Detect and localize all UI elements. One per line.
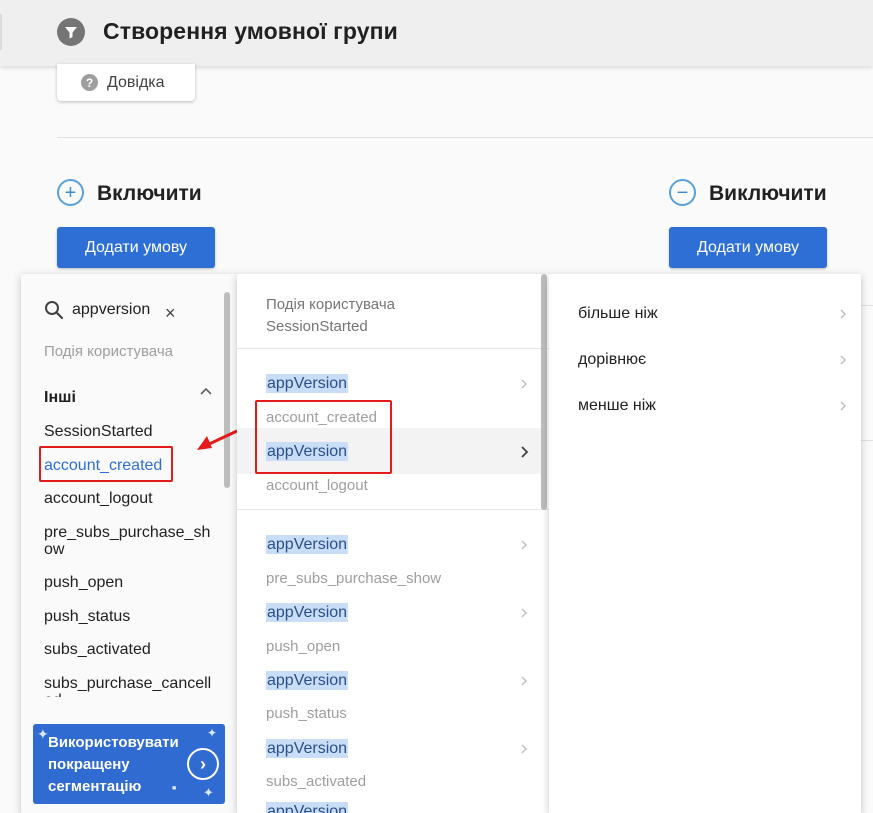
help-button[interactable]: ? Довідка	[57, 64, 195, 101]
event-label: subs_activated	[266, 773, 367, 790]
minus-circle-icon: −	[669, 179, 696, 206]
search-icon	[45, 301, 64, 320]
operators-panel: більше ніж дорівнює менше ніж	[549, 274, 861, 813]
chevron-right-icon	[521, 446, 529, 458]
exclude-add-condition-button[interactable]: Додати умову	[669, 227, 827, 268]
chevron-right-icon	[521, 676, 527, 686]
background-divider	[861, 305, 873, 306]
chevron-right-icon[interactable]: ›	[187, 748, 219, 780]
advanced-segmentation-banner[interactable]: ✦ ✦ ✦ ■ Використовувати покращену сегмен…	[33, 724, 225, 804]
property-item[interactable]: appVersion	[266, 739, 349, 758]
include-title: Включити	[97, 182, 202, 205]
header-bar: Створення умовної групи	[0, 0, 873, 66]
chevron-right-icon	[521, 744, 527, 754]
property-item[interactable]: appVersion	[266, 603, 349, 622]
filter-funnel-icon	[57, 18, 85, 46]
include-add-condition-button[interactable]: Додати умову	[57, 227, 215, 268]
chevron-right-icon	[521, 608, 527, 618]
sparkle-icon: ✦	[207, 726, 218, 740]
event-item[interactable]: subs_activated	[44, 641, 216, 658]
property-item[interactable]: appVersion	[266, 535, 349, 554]
events-hint: Подія користувача	[44, 343, 173, 360]
properties-header-type: Подія користувача	[266, 296, 395, 313]
page-title: Створення умовної групи	[103, 18, 398, 44]
chevron-right-icon	[521, 540, 527, 550]
question-icon: ?	[81, 74, 98, 91]
properties-header-event: SessionStarted	[266, 318, 368, 335]
event-item[interactable]: pre_subs_purchase_show	[44, 524, 216, 558]
properties-header: Подія користувача SessionStarted	[266, 294, 395, 338]
event-item[interactable]: subs_purchase_cancelled	[44, 675, 216, 697]
event-item[interactable]: push_status	[44, 608, 216, 625]
help-label: Довідка	[107, 73, 165, 91]
property-item[interactable]: appVersion	[266, 374, 349, 393]
event-label: push_open	[266, 638, 341, 655]
promo-text: Використовувати покращену сегментацію	[48, 734, 179, 795]
event-label: account_logout	[266, 477, 368, 494]
event-label: push_status	[266, 705, 347, 722]
search-field[interactable]: appversion	[44, 300, 150, 320]
chevron-right-icon	[521, 379, 527, 389]
property-item[interactable]: appVersion	[266, 671, 349, 690]
annotation-arrow-icon	[197, 429, 238, 450]
event-item[interactable]: account_logout	[44, 490, 216, 507]
clear-search-icon[interactable]: ×	[165, 303, 176, 324]
plus-circle-icon: +	[57, 179, 84, 206]
events-panel: appversion × Подія користувача Інші Sess…	[21, 274, 237, 813]
separator	[237, 509, 549, 510]
chevron-right-icon	[840, 309, 846, 319]
properties-scrollbar[interactable]	[541, 274, 547, 510]
annotation-highlight-box	[255, 400, 392, 474]
property-item[interactable]: appVersion	[266, 802, 349, 813]
group-header-other[interactable]: Інші	[44, 389, 76, 407]
section-divider	[57, 137, 873, 138]
chevron-up-icon[interactable]	[199, 386, 213, 396]
chevron-right-icon	[840, 355, 846, 365]
operator-greater-than[interactable]: більше ніж	[578, 305, 658, 323]
sparkle-icon: ✦	[203, 785, 214, 800]
event-label: pre_subs_purchase_show	[266, 570, 442, 587]
events-scrollbar[interactable]	[224, 292, 230, 488]
event-item[interactable]: SessionStarted	[44, 423, 216, 440]
operator-equals[interactable]: дорівнює	[578, 351, 646, 369]
operator-less-than[interactable]: менше ніж	[578, 397, 656, 415]
header-left-edge	[0, 14, 2, 50]
event-item[interactable]: push_open	[44, 574, 216, 591]
exclude-title: Виключити	[709, 182, 827, 205]
search-input[interactable]: appversion	[72, 301, 150, 319]
background-divider	[861, 440, 873, 441]
chevron-right-icon	[840, 401, 846, 411]
annotation-highlight-box	[39, 446, 173, 482]
sparkle-icon: ✦	[37, 726, 49, 742]
separator	[237, 348, 549, 349]
properties-panel: Подія користувача SessionStarted appVers…	[237, 274, 549, 813]
